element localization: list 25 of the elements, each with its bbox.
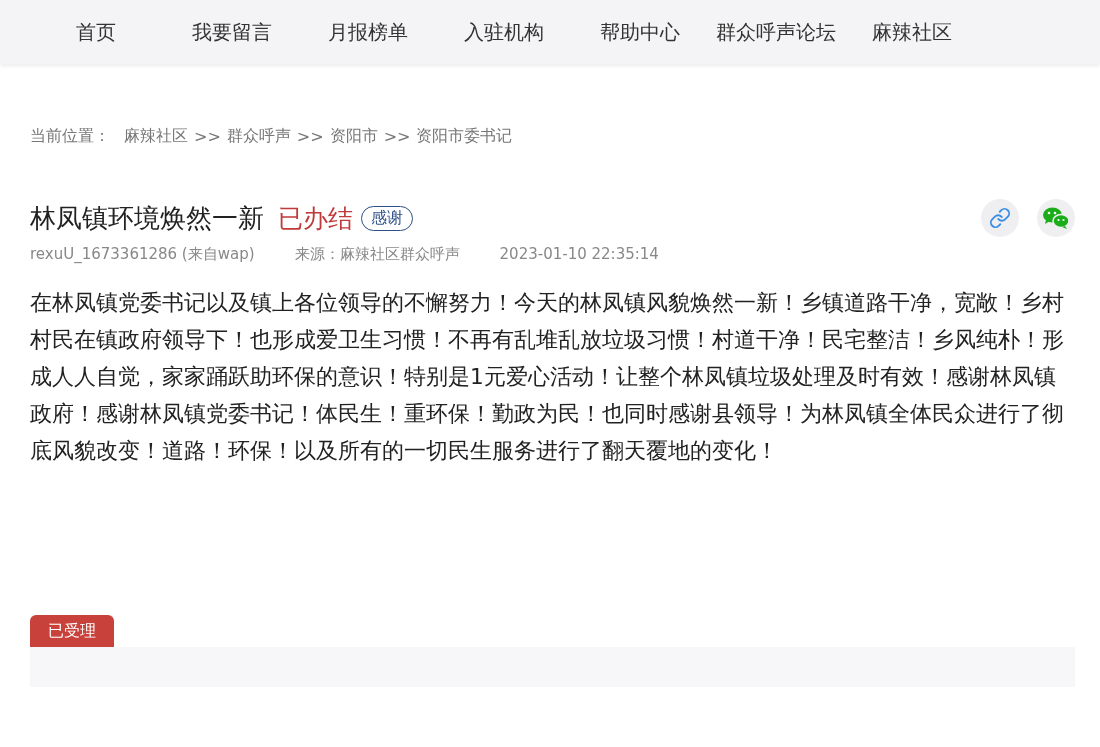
breadcrumb-separator: >>: [296, 127, 324, 146]
breadcrumb-link[interactable]: 群众呼声: [226, 126, 291, 147]
breadcrumb-label: 当前位置：: [30, 126, 110, 147]
breadcrumb-separator: >>: [383, 127, 411, 146]
nav-link[interactable]: 月报榜单: [300, 18, 436, 46]
breadcrumb-link[interactable]: 资阳市: [329, 126, 378, 147]
nav-link[interactable]: 入驻机构: [436, 18, 572, 46]
breadcrumb-link[interactable]: 资阳市委书记: [416, 126, 513, 147]
nav-link[interactable]: 帮助中心: [572, 18, 708, 46]
nav-link[interactable]: 群众呼声论坛: [708, 18, 844, 46]
nav-link[interactable]: 首页: [28, 18, 164, 46]
nav-link[interactable]: 麻辣社区: [844, 18, 980, 46]
post-time: 2023-01-10 22:35:14: [499, 245, 659, 264]
breadcrumb-link[interactable]: 麻辣社区: [124, 126, 188, 147]
copy-link-button[interactable]: [981, 199, 1019, 237]
post-title: 林凤镇环境焕然一新: [30, 201, 264, 235]
breadcrumb-separator: >>: [194, 127, 221, 146]
post-body: 在林凤镇党委书记以及镇上各位领导的不懈努力！今天的林凤镇风貌焕然一新！乡镇道路干净，宽敞！乡村村民在镇政府领导下！也形成爱卫生习惯！不再有乱堆乱放垃圾习惯！村道干净！民宅整洁！乡风纯朴！形成人人自觉，家家踊跃助环保的意识！特别是1元爱心活动！让整个林凤镇垃圾处理及时有效！感谢林凤镇政府！感谢林凤镇党委书记！体民生！重环保！勤政为民！也同时感谢县领导！为林凤镇全体民众进行了彻底风貌改变！道路！环保！以及所有的一切民生服务进行了翻天覆地的变化！: [30, 289, 1065, 465]
wechat-share-button[interactable]: [1037, 199, 1075, 237]
chat-bubbles-icon: [1042, 206, 1070, 230]
post-author: rexuU_1673361286 (来自wap): [30, 245, 255, 264]
post-status: 已办结: [278, 202, 353, 235]
nav-link[interactable]: 我要留言: [164, 18, 300, 46]
link-icon: [989, 207, 1011, 229]
post-source: 来源：麻辣社区群众呼声: [294, 245, 460, 264]
